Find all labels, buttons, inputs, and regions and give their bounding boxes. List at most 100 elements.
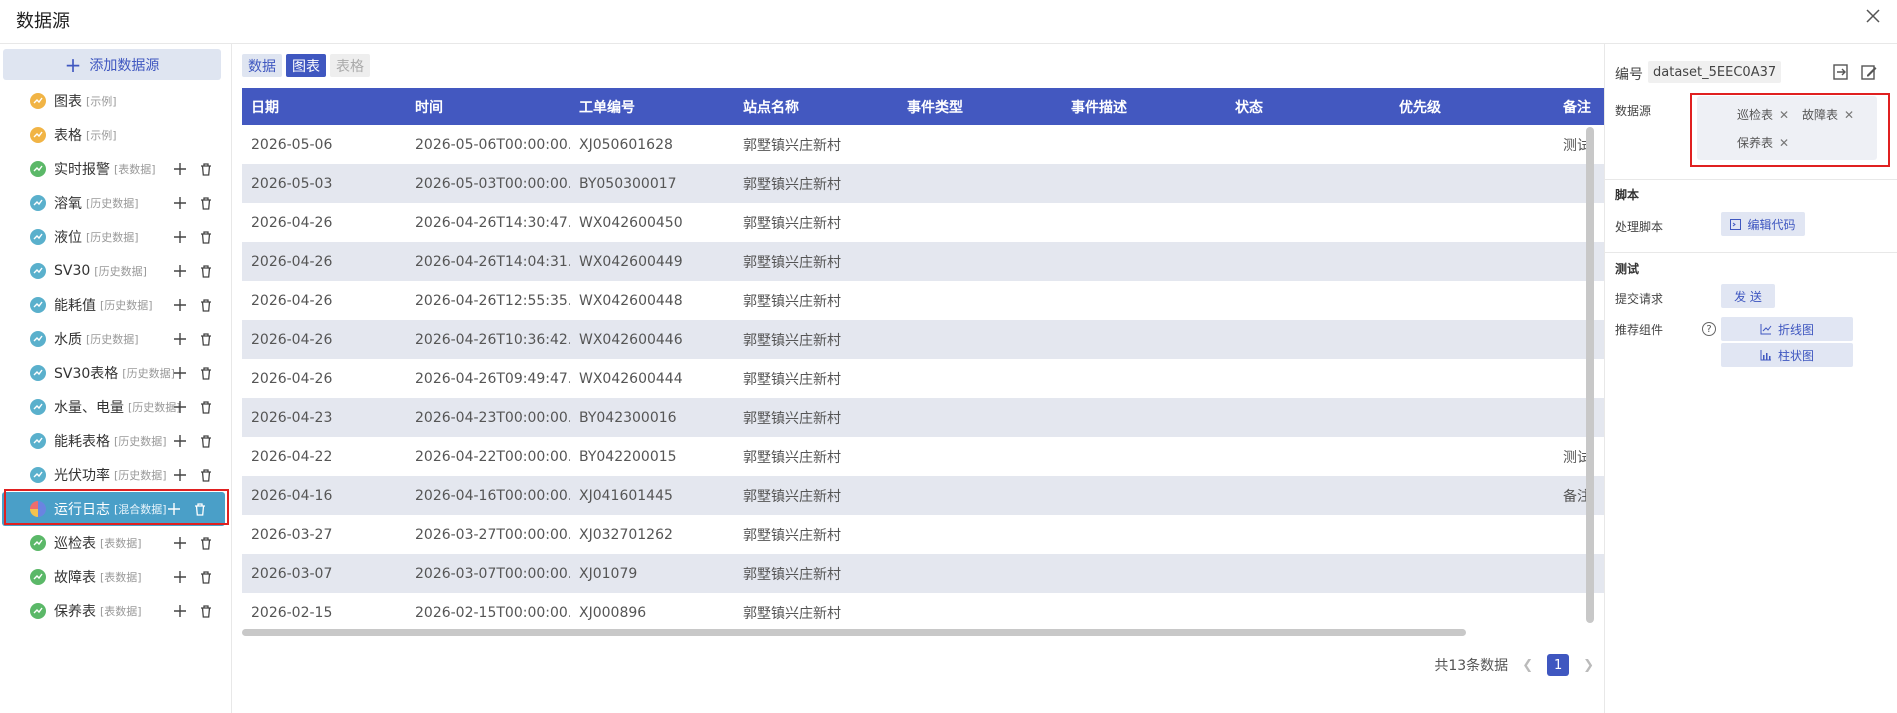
trash-icon[interactable] — [199, 399, 213, 415]
trash-icon[interactable] — [199, 331, 213, 347]
table-row[interactable]: 2026-05-03 2026-05-03T00:00:00... BY050300… — [242, 164, 1604, 203]
trash-icon[interactable] — [199, 467, 213, 483]
datasource-item[interactable]: 保养表 [表数据] — [0, 594, 231, 628]
plus-icon[interactable] — [173, 467, 187, 483]
datasource-type-tag: [示例] — [86, 95, 117, 108]
properties-panel: 编号 dataset_5EEC0A37 数据源 ? 巡检表 ✕ 故障表 ✕ 保养… — [1604, 44, 1897, 713]
datasource-type-tag: [示例] — [86, 129, 117, 142]
table-cell — [898, 242, 1062, 281]
column-header[interactable]: 日期 — [242, 88, 406, 125]
trash-icon[interactable] — [199, 297, 213, 313]
table-cell — [1554, 359, 1604, 398]
datasource-item[interactable]: 实时报警 [表数据] — [0, 152, 231, 186]
table-cell: 2026-04-26 — [251, 253, 333, 270]
datasource-item[interactable]: 水质 [历史数据] — [0, 322, 231, 356]
plus-icon[interactable] — [173, 569, 187, 585]
datasource-item[interactable]: 表格 [示例] — [0, 118, 231, 152]
datasource-item[interactable]: SV30表格 [历史数据] — [0, 356, 231, 390]
table-row[interactable]: 2026-03-27 2026-03-27T00:00:00... XJ032701… — [242, 515, 1604, 554]
trash-icon[interactable] — [199, 535, 213, 551]
datasource-item[interactable]: 巡检表 [表数据] — [0, 526, 231, 560]
plus-icon[interactable] — [173, 161, 187, 177]
trash-icon[interactable] — [199, 229, 213, 245]
trash-icon[interactable] — [199, 263, 213, 279]
table-cell — [1062, 203, 1226, 242]
table-cell — [1390, 515, 1554, 554]
plus-icon[interactable] — [173, 263, 187, 279]
add-datasource-button[interactable]: + 添加数据源 — [3, 49, 221, 80]
datasource-type-icon — [30, 127, 46, 143]
horizontal-scrollbar[interactable] — [242, 629, 1466, 636]
plus-icon[interactable] — [173, 229, 187, 245]
line-chart-icon — [1760, 323, 1772, 334]
datasource-item[interactable]: 液位 [历史数据] — [0, 220, 231, 254]
column-header[interactable]: 优先级 — [1390, 88, 1554, 125]
view-tabs: 数据 图表 表格 — [242, 54, 370, 77]
trash-icon[interactable] — [199, 365, 213, 381]
vertical-scrollbar[interactable] — [1586, 127, 1594, 623]
datasource-item[interactable]: 能耗表格 [历史数据] — [0, 424, 231, 458]
tab-1[interactable]: 图表 — [286, 54, 326, 77]
column-header[interactable]: 事件描述 — [1062, 88, 1226, 125]
table-row[interactable]: 2026-04-26 2026-04-26T10:36:42... WX042600… — [242, 320, 1604, 359]
send-button[interactable]: 发 送 — [1721, 284, 1775, 308]
tab-0[interactable]: 数据 — [242, 54, 282, 77]
edit-icon[interactable] — [1859, 62, 1879, 82]
table-row[interactable]: 2026-04-26 2026-04-26T09:49:47... WX042600… — [242, 359, 1604, 398]
table-row[interactable]: 2026-04-26 2026-04-26T12:55:35... WX042600… — [242, 281, 1604, 320]
plus-icon[interactable] — [173, 603, 187, 619]
table-row[interactable]: 2026-04-22 2026-04-22T00:00:00... BY042200… — [242, 437, 1604, 476]
prev-page-icon[interactable]: ❮ — [1522, 658, 1533, 673]
datasource-item[interactable]: 能耗值 [历史数据] — [0, 288, 231, 322]
trash-icon[interactable] — [199, 603, 213, 619]
column-header[interactable]: 站点名称 — [734, 88, 898, 125]
table-cell: 2026-04-23 — [251, 409, 333, 426]
plus-icon[interactable] — [173, 331, 187, 347]
plus-icon[interactable] — [173, 399, 187, 415]
table-row[interactable]: 2026-03-07 2026-03-07T00:00:00... XJ01079 郭… — [242, 554, 1604, 593]
table-cell: 2026-02-15T00:00:00... — [415, 604, 570, 621]
datasource-type-icon — [30, 399, 46, 415]
column-header[interactable]: 工单编号 — [570, 88, 734, 125]
column-header[interactable]: 时间 — [406, 88, 570, 125]
table-row[interactable]: 2026-05-06 2026-05-06T00:00:00... XJ050601… — [242, 125, 1604, 164]
plus-icon[interactable] — [173, 297, 187, 313]
trash-icon[interactable] — [199, 433, 213, 449]
script-section-title: 脚本 — [1615, 188, 1640, 202]
table-row[interactable]: 2026-02-15 2026-02-15T00:00:00... XJ000896… — [242, 593, 1604, 632]
plus-icon[interactable] — [173, 365, 187, 381]
datasource-item[interactable]: 图表 [示例] — [0, 84, 231, 118]
page-button-current[interactable]: 1 — [1547, 654, 1570, 676]
item-actions — [173, 365, 213, 381]
help-icon[interactable]: ? — [1702, 322, 1716, 336]
next-page-icon[interactable]: ❯ — [1583, 658, 1594, 673]
bar-chart-button[interactable]: 柱状图 — [1721, 343, 1853, 367]
import-icon[interactable] — [1831, 62, 1851, 82]
line-chart-button[interactable]: 折线图 — [1721, 317, 1853, 341]
trash-icon[interactable] — [199, 161, 213, 177]
column-header[interactable]: 备注 — [1554, 88, 1604, 125]
plus-icon[interactable] — [173, 433, 187, 449]
plus-icon[interactable] — [173, 195, 187, 211]
datasource-item[interactable]: 溶氧 [历史数据] — [0, 186, 231, 220]
trash-icon[interactable] — [199, 195, 213, 211]
table-row[interactable]: 2026-04-26 2026-04-26T14:04:31... WX042600… — [242, 242, 1604, 281]
column-header[interactable]: 事件类型 — [898, 88, 1062, 125]
datasource-item[interactable]: SV30 [历史数据] — [0, 254, 231, 288]
divider — [1605, 252, 1897, 253]
datasource-name: SV30表格 — [54, 366, 119, 382]
datasource-item[interactable]: 光伏功率 [历史数据] — [0, 458, 231, 492]
plus-icon[interactable] — [173, 535, 187, 551]
column-header[interactable]: 状态 — [1226, 88, 1390, 125]
datasource-item[interactable]: 故障表 [表数据] — [0, 560, 231, 594]
table-cell — [898, 281, 1062, 320]
table-row[interactable]: 2026-04-16 2026-04-16T00:00:00... XJ041601… — [242, 476, 1604, 515]
edit-code-button[interactable]: 编辑代码 — [1721, 212, 1805, 236]
datasource-item[interactable]: 水量、电量 [历史数据] — [0, 390, 231, 424]
table-row[interactable]: 2026-04-23 2026-04-23T00:00:00... BY042300… — [242, 398, 1604, 437]
trash-icon[interactable] — [199, 569, 213, 585]
datasource-name: 能耗值 — [54, 298, 96, 314]
datasource-sidebar: + 添加数据源 图表 [示例] 表格 [示例] 实时报警 [表数据] 溶氧 [历史数据] 液位 [… — [0, 44, 232, 713]
close-icon[interactable] — [1861, 4, 1885, 28]
table-row[interactable]: 2026-04-26 2026-04-26T14:30:47... WX042600… — [242, 203, 1604, 242]
